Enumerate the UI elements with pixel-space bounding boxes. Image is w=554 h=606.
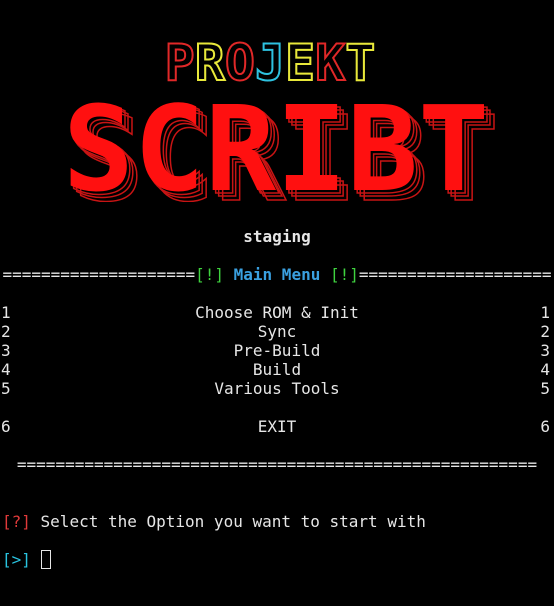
menu-item[interactable]: 1 Choose ROM & Init 1	[0, 303, 554, 322]
menu-title: Main Menu	[233, 265, 321, 284]
menu-item-number: 1	[540, 303, 550, 322]
projekt-logo-text: PROJEKT	[165, 40, 376, 90]
option-prompt-text: Select the Option you want to start with	[30, 512, 426, 531]
menu-item[interactable]: 4 Build 4	[0, 360, 554, 379]
menu-item-label: Various Tools	[214, 379, 340, 398]
menu-item[interactable]: 2 Sync 2	[0, 322, 554, 341]
terminal-cursor[interactable]	[40, 550, 51, 569]
menu-header-marker-left: [!]	[195, 265, 224, 284]
menu-footer-separator: ========================================…	[16, 455, 538, 474]
menu-header-fill-right: ====================	[358, 265, 552, 284]
menu-item-label: Build	[252, 360, 302, 379]
menu-item-label: Choose ROM & Init	[195, 303, 359, 322]
option-prompt: [?] Select the Option you want to start …	[2, 512, 554, 531]
input-marker: [>]	[2, 550, 31, 569]
menu-item-label: Sync	[257, 322, 297, 341]
input-line[interactable]: [>]	[2, 550, 554, 569]
menu-item-number: 4	[540, 360, 550, 379]
scribt-logo-text: SCRIBT	[63, 90, 489, 202]
menu-header-fill-left: ====================	[2, 265, 196, 284]
menu-item-number: 5	[540, 379, 550, 398]
scribt-logo: SCRIBTSCRIBTSCRIBT SCRIBT	[63, 90, 500, 202]
projekt-logo: PROJEKT	[164, 40, 377, 90]
menu-item-label: EXIT	[257, 417, 297, 436]
menu-header-marker-right: [!]	[329, 265, 359, 284]
menu-item-exit[interactable]: 6 EXIT 6	[0, 417, 554, 436]
menu-item-number: 6	[540, 417, 550, 436]
subtitle: staging	[243, 227, 311, 246]
menu-item-label: Pre-Build	[233, 341, 321, 360]
question-marker: [?]	[2, 512, 31, 531]
menu-item[interactable]: 3 Pre-Build 3	[0, 341, 554, 360]
menu-item-number: 2	[540, 322, 550, 341]
menu-item[interactable]: 5 Various Tools 5	[0, 379, 554, 398]
menu-item-number: 3	[540, 341, 550, 360]
menu-header: ====================[!] Main Menu [!]===…	[0, 265, 554, 284]
